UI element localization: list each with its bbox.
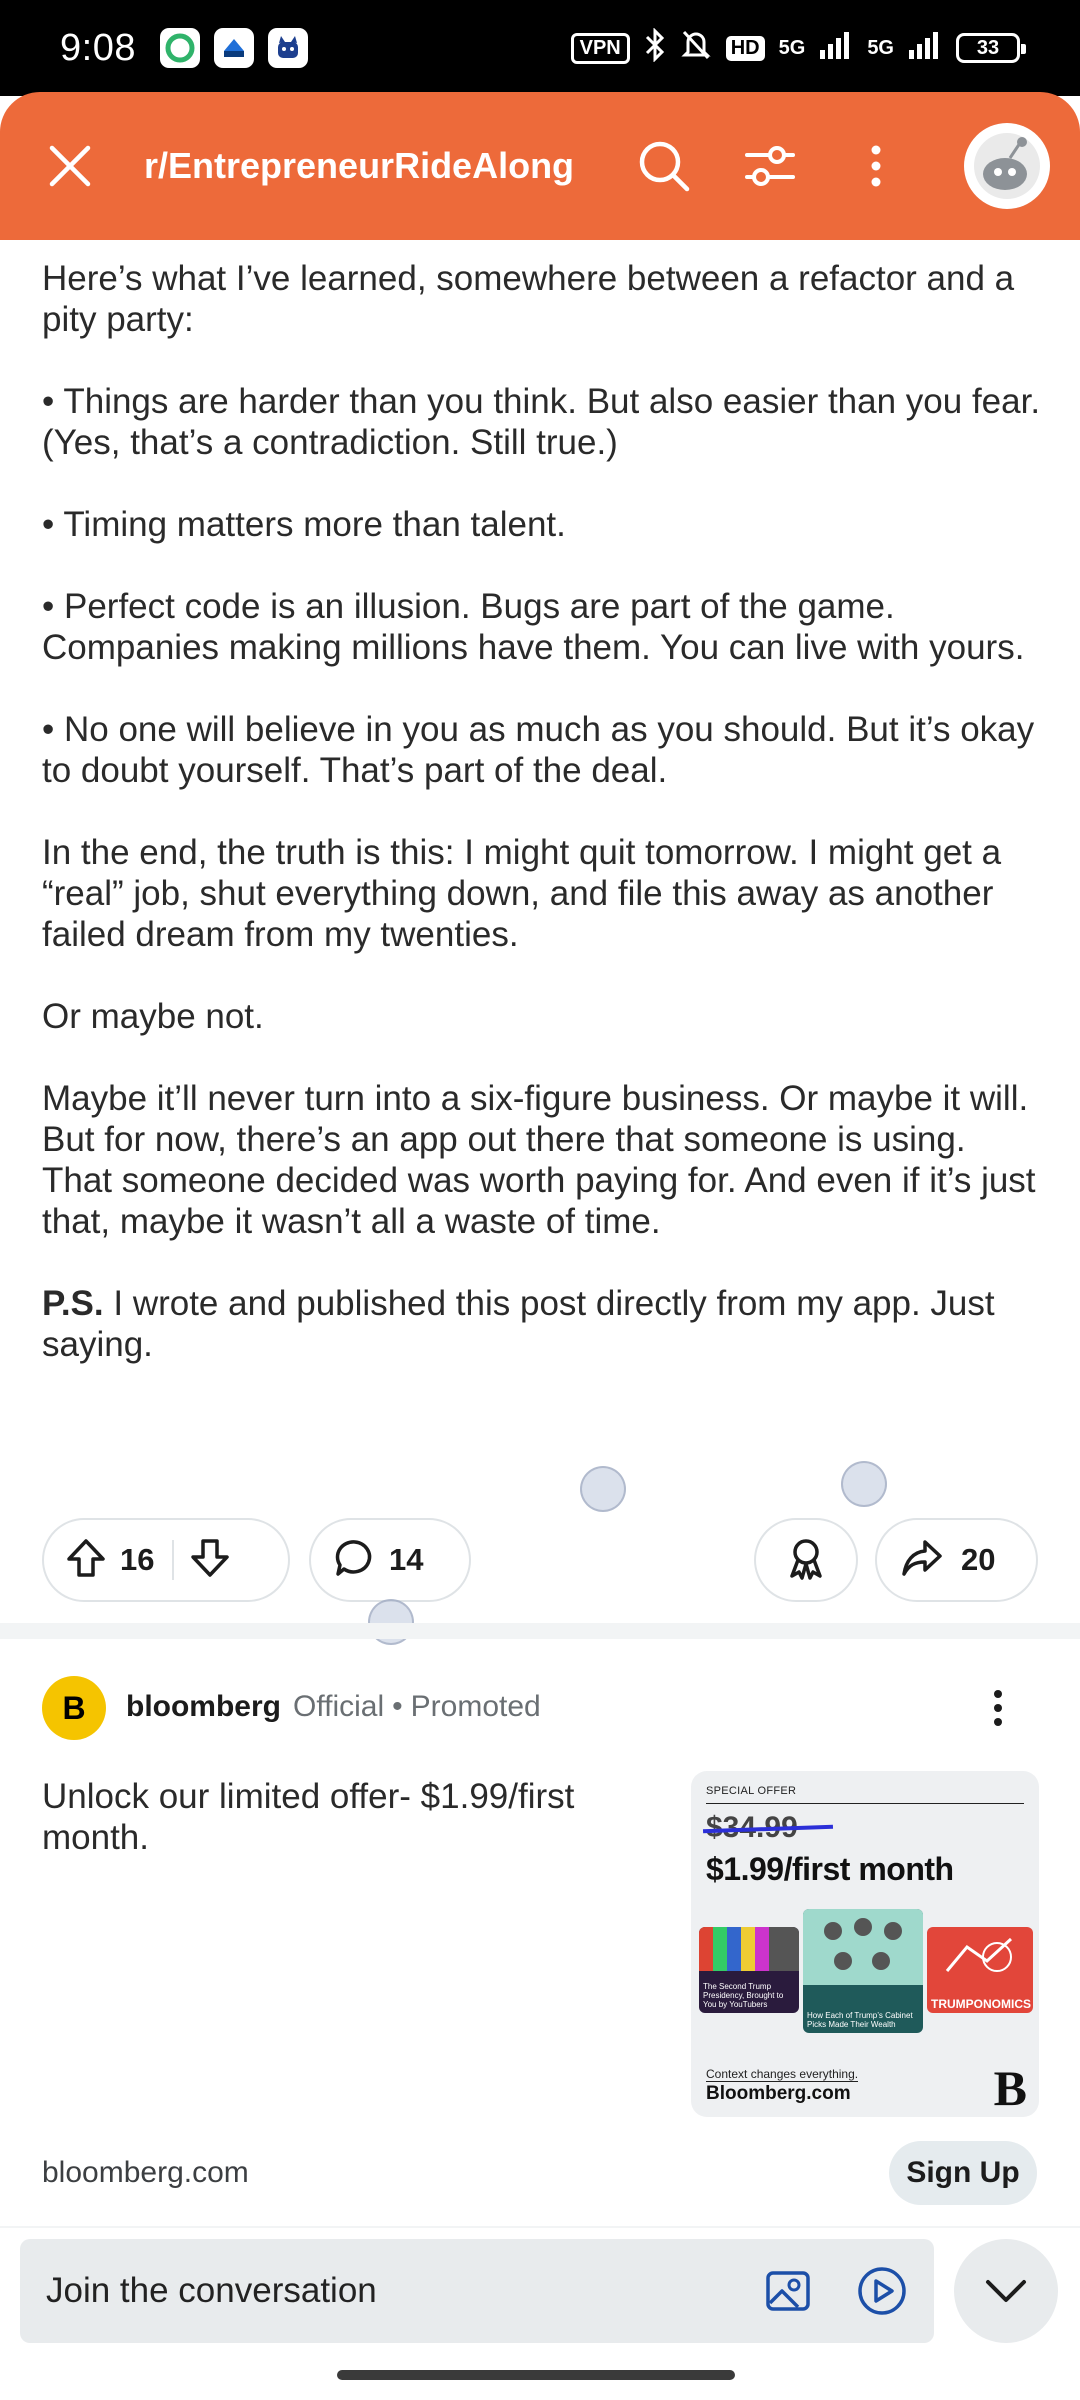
post-paragraph: • Perfect code is an illusion. Bugs are …: [42, 587, 1025, 667]
article-card-center: How Each of Trump’s Cabinet Picks Made T…: [803, 1909, 923, 2033]
composer-divider: [0, 2226, 1080, 2228]
ps-label: P.S.: [42, 1284, 104, 1323]
bloomberg-avatar[interactable]: B: [42, 1676, 106, 1740]
status-time: 9:08: [60, 26, 136, 69]
collapse-button[interactable]: [954, 2239, 1058, 2343]
more-options-icon[interactable]: [846, 136, 906, 196]
promoted-domain[interactable]: bloomberg.com: [42, 2156, 249, 2190]
article-card-left-caption: The Second Trump Presidency, Brought to …: [703, 1982, 784, 2009]
new-price: $1.99/first month: [706, 1851, 954, 1887]
promoted-headline[interactable]: Unlock our limited offer- $1.99/first mo…: [42, 1776, 642, 1858]
share-icon: [901, 1538, 943, 1583]
promoted-author[interactable]: bloomberg: [126, 1690, 281, 1724]
vote-control: 16: [42, 1518, 290, 1602]
user-avatar[interactable]: [964, 123, 1050, 209]
comment-composer[interactable]: Join the conversation: [20, 2239, 934, 2343]
status-indicators: VPN HD 5G 5G 33: [570, 27, 1026, 68]
post-body: Here’s what I’ve learned, somewhere betw…: [42, 258, 1042, 1365]
offer-rule: [706, 1803, 1024, 1804]
article-card-right-caption: TRUMPONOMICS: [931, 1997, 1031, 2011]
signal-1-label: 5G: [778, 36, 806, 59]
battery-level: 33: [976, 36, 1000, 59]
post-paragraph: Maybe it’ll never turn into a six-figure…: [42, 1079, 1036, 1241]
add-video-icon[interactable]: [856, 2265, 908, 2317]
share-button[interactable]: 20: [875, 1518, 1038, 1602]
comment-count: 14: [389, 1542, 424, 1577]
post-paragraph: Or maybe not.: [42, 997, 264, 1036]
promoted-image[interactable]: SPECIAL OFFER $34.99 $1.99/first month T…: [691, 1771, 1039, 2117]
post-paragraph: • Things are harder than you think. But …: [42, 382, 1041, 462]
green-app-icon: [159, 28, 200, 68]
chevron-down-icon: [986, 2280, 1026, 2302]
bluetooth-icon: [644, 27, 666, 68]
signal-2-label: 5G: [867, 36, 894, 59]
ad-site-label: Bloomberg.com: [706, 2083, 851, 2104]
comments-button[interactable]: 14: [309, 1518, 471, 1602]
post-paragraph: • No one will believe in you as much as …: [42, 710, 1035, 790]
touch-indicator: [841, 1461, 887, 1507]
meta-separator: •: [392, 1690, 403, 1723]
article-card-center-caption: How Each of Trump’s Cabinet Picks Made T…: [807, 2011, 913, 2029]
blue-app-icon: [213, 28, 254, 68]
sign-up-button[interactable]: Sign Up: [889, 2141, 1037, 2205]
signal-bars-icon: [819, 30, 853, 66]
official-badge: Official: [293, 1690, 385, 1723]
upvote-icon[interactable]: [66, 1538, 106, 1583]
search-icon[interactable]: [634, 136, 694, 196]
filter-icon[interactable]: [740, 136, 800, 196]
special-offer-label: SPECIAL OFFER: [706, 1785, 797, 1797]
subreddit-title[interactable]: r/EntrepreneurRideAlong: [144, 145, 574, 187]
article-card-left: The Second Trump Presidency, Brought to …: [699, 1927, 799, 2013]
promoted-label: Promoted: [410, 1690, 541, 1723]
cat-app-icon: [267, 28, 308, 68]
article-card-right: TRUMPONOMICS: [927, 1927, 1033, 2013]
share-count: 20: [961, 1542, 996, 1577]
post-paragraph: Here’s what I’ve learned, somewhere betw…: [42, 259, 1015, 339]
comment-icon: [335, 1538, 375, 1583]
award-button[interactable]: [754, 1518, 858, 1602]
hd-badge: HD: [725, 35, 765, 61]
ad-more-options-icon[interactable]: [978, 1688, 1018, 1728]
signal-bars-icon: [908, 30, 942, 66]
vpn-badge: VPN: [570, 32, 630, 64]
add-image-icon[interactable]: [762, 2265, 814, 2317]
composer-placeholder[interactable]: Join the conversation: [46, 2271, 720, 2311]
home-indicator: [337, 2370, 735, 2380]
downvote-icon[interactable]: [190, 1538, 230, 1583]
vote-count: 16: [120, 1542, 155, 1577]
battery-icon: 33: [956, 33, 1026, 63]
touch-indicator: [580, 1466, 626, 1512]
vote-divider: [172, 1540, 175, 1580]
ad-tagline: Context changes everything.: [706, 2067, 859, 2082]
status-bar: 9:08 VPN HD 5G 5G 33: [0, 0, 1080, 96]
subreddit-header: r/EntrepreneurRideAlong: [0, 92, 1080, 240]
post-divider: [0, 1623, 1080, 1639]
status-app-icons: [159, 28, 308, 68]
mute-bell-icon: [680, 28, 712, 68]
award-icon: [786, 1536, 826, 1585]
close-icon[interactable]: [40, 136, 100, 196]
post-paragraph: In the end, the truth is this: I might q…: [42, 833, 1002, 954]
article-cards: The Second Trump Presidency, Brought to …: [691, 1909, 1039, 2049]
post-ps: P.S. I wrote and published this post dir…: [42, 1283, 1042, 1365]
ps-text: I wrote and published this post directly…: [42, 1284, 995, 1364]
promoted-meta: bloomberg Official • Promoted: [126, 1690, 541, 1724]
bloomberg-logo: B: [993, 2060, 1027, 2116]
post-paragraph: • Timing matters more than talent.: [42, 505, 566, 544]
